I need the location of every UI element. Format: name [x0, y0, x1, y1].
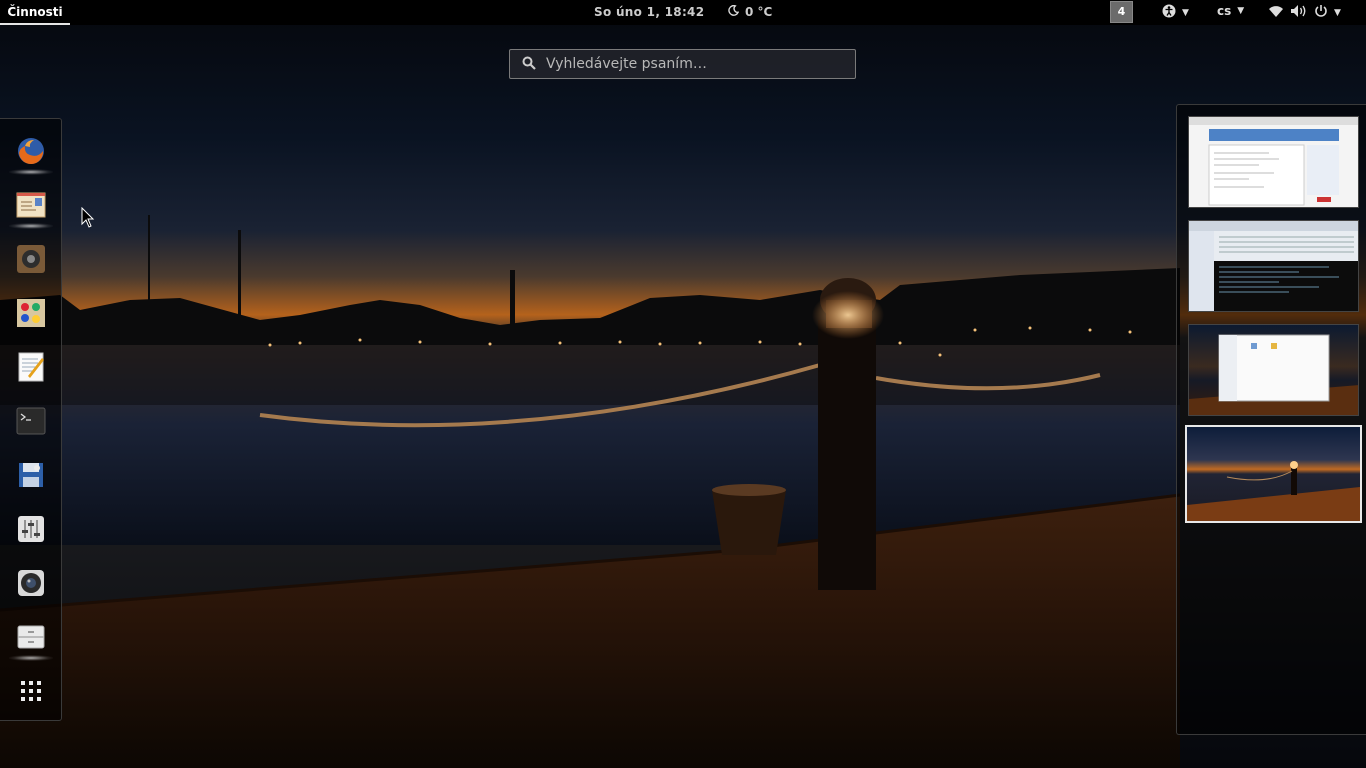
dash-item-mail[interactable] [15, 189, 47, 221]
search-icon [522, 55, 536, 74]
workspace-thumbnail-2[interactable] [1188, 220, 1359, 312]
show-applications-button[interactable] [15, 675, 47, 707]
clock[interactable]: So úno 1, 18:42 [594, 5, 704, 19]
top-bar: Činnosti So úno 1, 18:42 0 °C 4 ▼ cs ▼ ▼ [0, 0, 1366, 25]
show-apps-grid-icon [21, 681, 41, 701]
workspace-thumbnail-4[interactable] [1185, 425, 1362, 523]
workspace-thumbnail-3[interactable] [1188, 324, 1359, 416]
moon-icon [728, 4, 740, 19]
installer-icon [19, 463, 43, 487]
workspace-indicator[interactable]: 4 [1110, 1, 1133, 23]
mail-icon [16, 192, 46, 218]
keyboard-layout-menu[interactable]: cs ▼ [1217, 4, 1244, 18]
text-editor-icon [18, 352, 44, 382]
dash-item-installer[interactable] [15, 459, 47, 491]
accessibility-menu[interactable]: ▼ [1162, 4, 1189, 21]
workspace-thumbnail-1[interactable] [1188, 116, 1359, 208]
search-entry[interactable] [509, 49, 856, 79]
terminal-icon [16, 407, 46, 435]
running-indicator [9, 169, 53, 175]
keyboard-layout-label: cs [1217, 4, 1232, 18]
accessibility-icon [1162, 4, 1176, 21]
firefox-icon [18, 138, 44, 165]
desktop-wallpaper [0, 0, 1366, 768]
dash-item-settings[interactable] [15, 513, 47, 545]
power-icon [1314, 4, 1328, 21]
dash-item-speaker[interactable] [15, 243, 47, 275]
settings-sliders-icon [18, 516, 44, 542]
weather-indicator[interactable]: 0 °C [728, 4, 773, 19]
mouse-pointer-icon [81, 207, 95, 228]
chevron-down-icon: ▼ [1334, 7, 1341, 18]
dash-item-camera[interactable] [15, 567, 47, 599]
activities-button[interactable]: Činnosti [0, 0, 70, 25]
dash [0, 118, 62, 721]
running-indicator [9, 655, 53, 661]
system-menu[interactable]: ▼ [1268, 4, 1341, 21]
paint-icon [17, 299, 45, 327]
dash-item-text-editor[interactable] [15, 351, 47, 383]
volume-icon [1290, 4, 1308, 21]
dash-item-files[interactable] [15, 621, 47, 653]
files-icon [17, 625, 45, 649]
dash-item-paint[interactable] [15, 297, 47, 329]
search-input[interactable] [544, 55, 838, 73]
wifi-icon [1268, 4, 1284, 21]
dash-item-terminal[interactable] [15, 405, 47, 437]
weather-temperature: 0 °C [745, 5, 773, 19]
camera-icon [18, 570, 44, 596]
chevron-down-icon: ▼ [1237, 6, 1245, 16]
chevron-down-icon: ▼ [1182, 7, 1189, 18]
workspace-switcher [1176, 104, 1366, 735]
speaker-icon [17, 245, 45, 273]
running-indicator [9, 223, 53, 229]
dash-item-firefox[interactable] [15, 135, 47, 167]
